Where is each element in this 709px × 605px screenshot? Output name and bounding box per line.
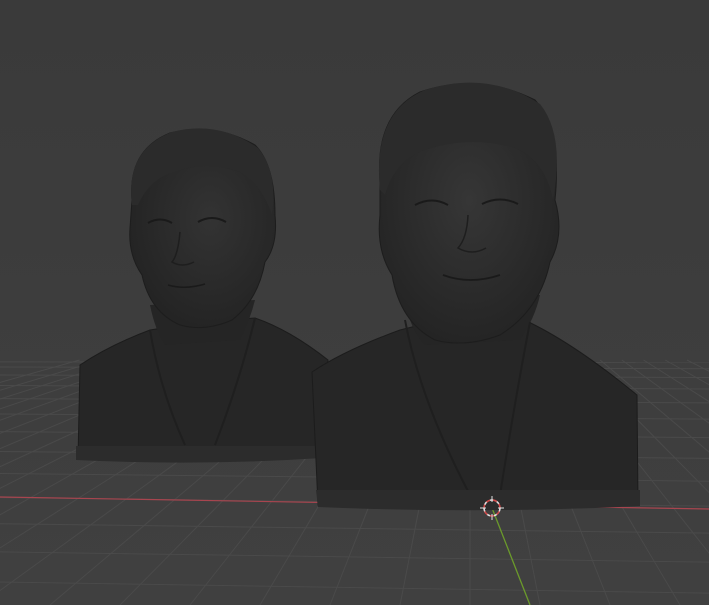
bust-right-base-edge (316, 490, 640, 511)
bust-left-base-edge (76, 446, 322, 463)
viewport-canvas[interactable] (0, 0, 709, 605)
viewport-background (0, 0, 709, 605)
3d-viewport[interactable] (0, 0, 709, 605)
